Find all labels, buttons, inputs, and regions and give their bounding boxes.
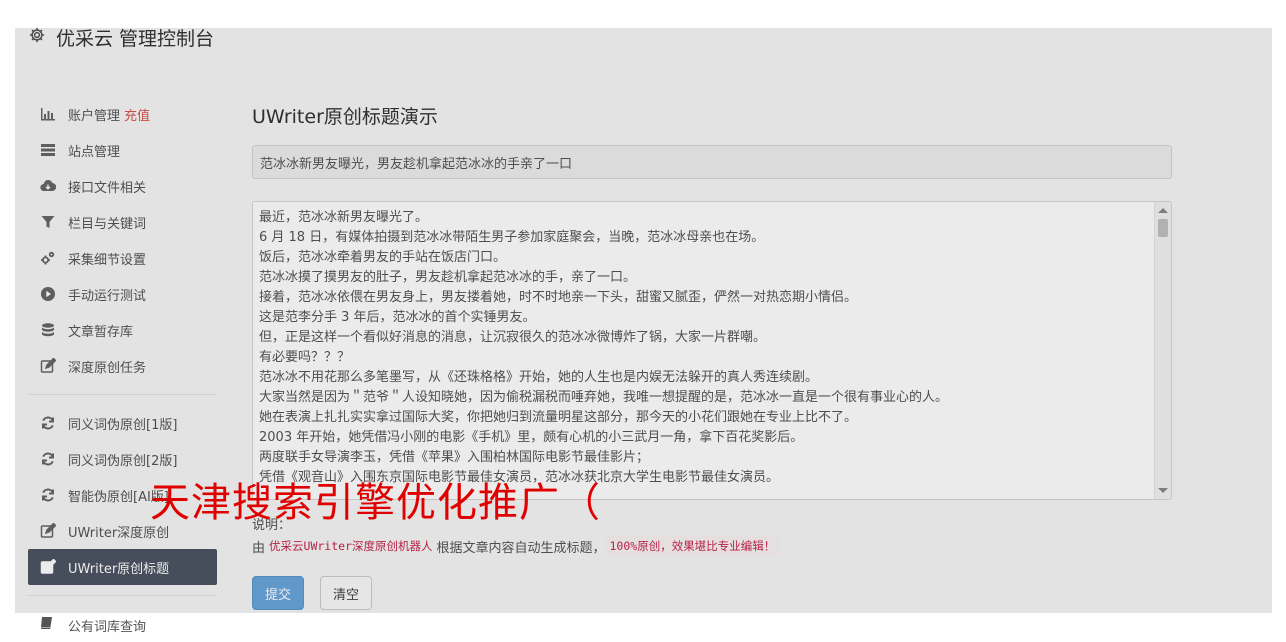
edit-icon <box>39 558 57 576</box>
article-title-field[interactable] <box>252 145 1172 179</box>
app-title: 优采云 管理控制台 <box>56 27 215 50</box>
play-circle-icon <box>39 285 57 303</box>
refresh-icon <box>39 450 57 468</box>
database-icon <box>39 321 57 339</box>
bar-chart-icon <box>39 105 57 123</box>
content-line: 6 月 18 日，有媒体拍摄到范冰冰带陌生男子参加家庭聚会，当晚，范冰冰母亲也在… <box>259 230 765 245</box>
scroll-down-arrow-icon[interactable] <box>1158 488 1168 493</box>
sidebar-item-manual-run[interactable]: 手动运行测试 <box>28 276 217 312</box>
content-line: 范冰冰摸了摸男友的肚子，男友趁机拿起范冰冰的手，亲了一口。 <box>259 270 637 285</box>
sidebar-item-uwriter-title[interactable]: UWriter原创标题 <box>28 549 217 585</box>
sidebar-item-label: 站点管理 <box>68 144 121 160</box>
note-prefix: 由 <box>252 540 266 556</box>
cloud-download-icon <box>39 177 57 195</box>
sidebar-item-deep-original-task[interactable]: 深度原创任务 <box>28 348 217 384</box>
content-line: 范冰冰不用花那么多笔墨写，从《还珠格格》开始，她的人生也是内娱无法躲开的真人秀连… <box>259 370 819 385</box>
page-title: UWriter原创标题演示 <box>252 106 438 128</box>
clear-button[interactable]: 清空 <box>320 576 373 610</box>
app-header: 优采云 管理控制台 <box>28 22 214 52</box>
article-content-textarea[interactable]: 最近，范冰冰新男友曝光了。 6 月 18 日，有媒体拍摄到范冰冰带陌生男子参加家庭… <box>252 201 1172 500</box>
gear-icon <box>28 26 46 49</box>
sidebar-item-public-lexicon[interactable]: 公有词库查询 <box>39 613 146 637</box>
sidebar-item-label: UWriter原创标题 <box>68 561 170 577</box>
content-line: 最近，范冰冰新男友曝光了。 <box>259 210 429 225</box>
recharge-link[interactable]: 充值 <box>124 105 150 124</box>
note-text: 由 优采云UWriter深度原创机器人 根据文章内容自动生成标题， 100%原创… <box>252 536 780 556</box>
content-line: 有必要吗？？？ <box>259 350 351 365</box>
sidebar-item-collect-settings[interactable]: 采集细节设置 <box>28 240 217 276</box>
content-scrollbar[interactable] <box>1154 202 1171 499</box>
sidebar-divider <box>28 394 217 395</box>
content-line: 接着，范冰冰依偎在男友身上，男友搂着她，时不时地亲一下头，甜蜜又腻歪，俨然一对热… <box>259 290 858 305</box>
content-line: 2003 年开始，她凭借冯小刚的电影《手机》里，颇有心机的小三武月一角，拿下百花… <box>259 430 804 445</box>
sidebar-item-sites[interactable]: 站点管理 <box>28 132 217 168</box>
sidebar-item-label: 同义词伪原创[2版] <box>68 453 178 469</box>
content-line: 她在表演上扎扎实实拿过国际大奖，你把她归到流量明星这部分，那今天的小花们跟她在专… <box>259 410 858 425</box>
content-line: 这是范李分手 3 年后，范冰冰的首个实锤男友。 <box>259 310 536 325</box>
server-icon <box>39 141 57 159</box>
sidebar-item-label: 栏目与关键词 <box>68 216 147 232</box>
sidebar-item-label: 接口文件相关 <box>68 180 147 196</box>
filter-icon <box>39 213 57 231</box>
sidebar-divider <box>28 595 217 596</box>
sidebar-item-label: 深度原创任务 <box>68 360 147 376</box>
content-line: 饭后，范冰冰牵着男友的手站在饭店门口。 <box>259 250 507 265</box>
book-icon <box>39 615 68 635</box>
edit-icon <box>39 522 57 540</box>
sidebar-item-synonym-v1[interactable]: 同义词伪原创[1版] <box>28 405 217 441</box>
sidebar-item-label: 采集细节设置 <box>68 252 147 268</box>
sidebar-item-article-store[interactable]: 文章暂存库 <box>28 312 217 348</box>
sidebar-item-account[interactable]: 账户管理 充值 <box>28 96 217 132</box>
content-line: 两度联手女导演李玉，凭借《苹果》入围柏林国际电影节最佳影片； <box>259 450 650 465</box>
original-claim-code: 100%原创，效果堪比专业编辑！ <box>605 536 780 556</box>
robot-name-code: 优采云UWriter深度原创机器人 <box>269 539 433 553</box>
sidebar-item-interface-files[interactable]: 接口文件相关 <box>28 168 217 204</box>
content-line: 大家当然是因为＂范爷＂人设知晓她，因为偷税漏税而唾弃她，我唯一想提醒的是，范冰冰… <box>259 390 949 405</box>
watermark-text: 天津搜索引擎优化推广（ <box>150 480 601 526</box>
note-middle: 根据文章内容自动生成标题， <box>436 540 606 556</box>
main-panel: UWriter原创标题演示 最近，范冰冰新男友曝光了。 6 月 18 日，有媒体拍… <box>252 100 1172 610</box>
sidebar-item-columns-keywords[interactable]: 栏目与关键词 <box>28 204 217 240</box>
submit-button[interactable]: 提交 <box>252 576 305 610</box>
sidebar: 账户管理 充值 站点管理 接口文件相关 栏目与关键词 采集细节设置 手动运行测试 <box>28 96 217 606</box>
scroll-thumb[interactable] <box>1158 219 1168 237</box>
article-content-text: 最近，范冰冰新男友曝光了。 6 月 18 日，有媒体拍摄到范冰冰带陌生男子参加家庭… <box>253 202 1171 488</box>
sidebar-item-label: 文章暂存库 <box>68 324 134 340</box>
content-line: 但，正是这样一个看似好消息的消息，让沉寂很久的范冰冰微博炸了锅，大家一片群嘲。 <box>259 330 767 345</box>
refresh-icon <box>39 486 57 504</box>
sidebar-item-label: 账户管理 <box>68 108 121 124</box>
scroll-up-arrow-icon[interactable] <box>1158 208 1168 213</box>
refresh-icon <box>39 414 57 432</box>
edit-icon <box>39 357 57 375</box>
sidebar-item-label: 同义词伪原创[1版] <box>68 417 178 433</box>
gears-icon <box>39 249 57 267</box>
sidebar-item-label: 公有词库查询 <box>68 619 147 635</box>
sidebar-item-label: 手动运行测试 <box>68 288 147 304</box>
